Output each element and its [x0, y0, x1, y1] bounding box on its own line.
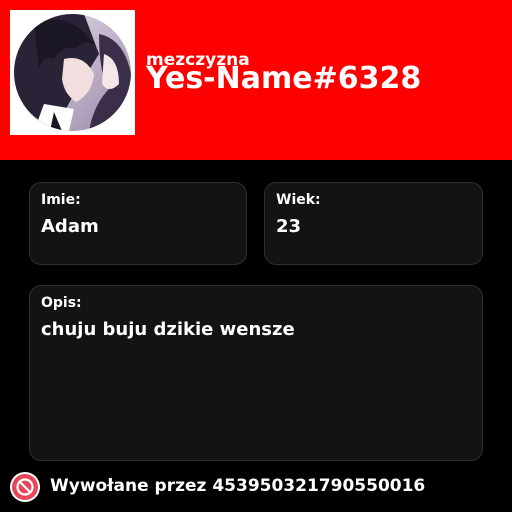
no-sign-icon	[10, 472, 40, 502]
anime-avatar-icon	[14, 14, 131, 131]
description-card: Opis: chuju buju dzikie wensze	[29, 285, 483, 461]
name-card: Imie: Adam	[29, 182, 247, 265]
invoked-by-text: Wywołane przez 453950321790550016	[50, 476, 426, 496]
profile-header: mezczyzna Yes-Name#6328	[0, 0, 512, 160]
name-label: Imie:	[41, 192, 81, 208]
age-value: 23	[276, 216, 302, 237]
avatar-frame	[10, 10, 135, 135]
age-label: Wiek:	[276, 192, 321, 208]
description-label: Opis:	[41, 295, 82, 311]
username: Yes-Name#6328	[146, 61, 422, 96]
age-card: Wiek: 23	[264, 182, 483, 265]
name-value: Adam	[41, 216, 99, 237]
avatar	[14, 14, 131, 131]
description-value: chuju buju dzikie wensze	[41, 319, 295, 340]
